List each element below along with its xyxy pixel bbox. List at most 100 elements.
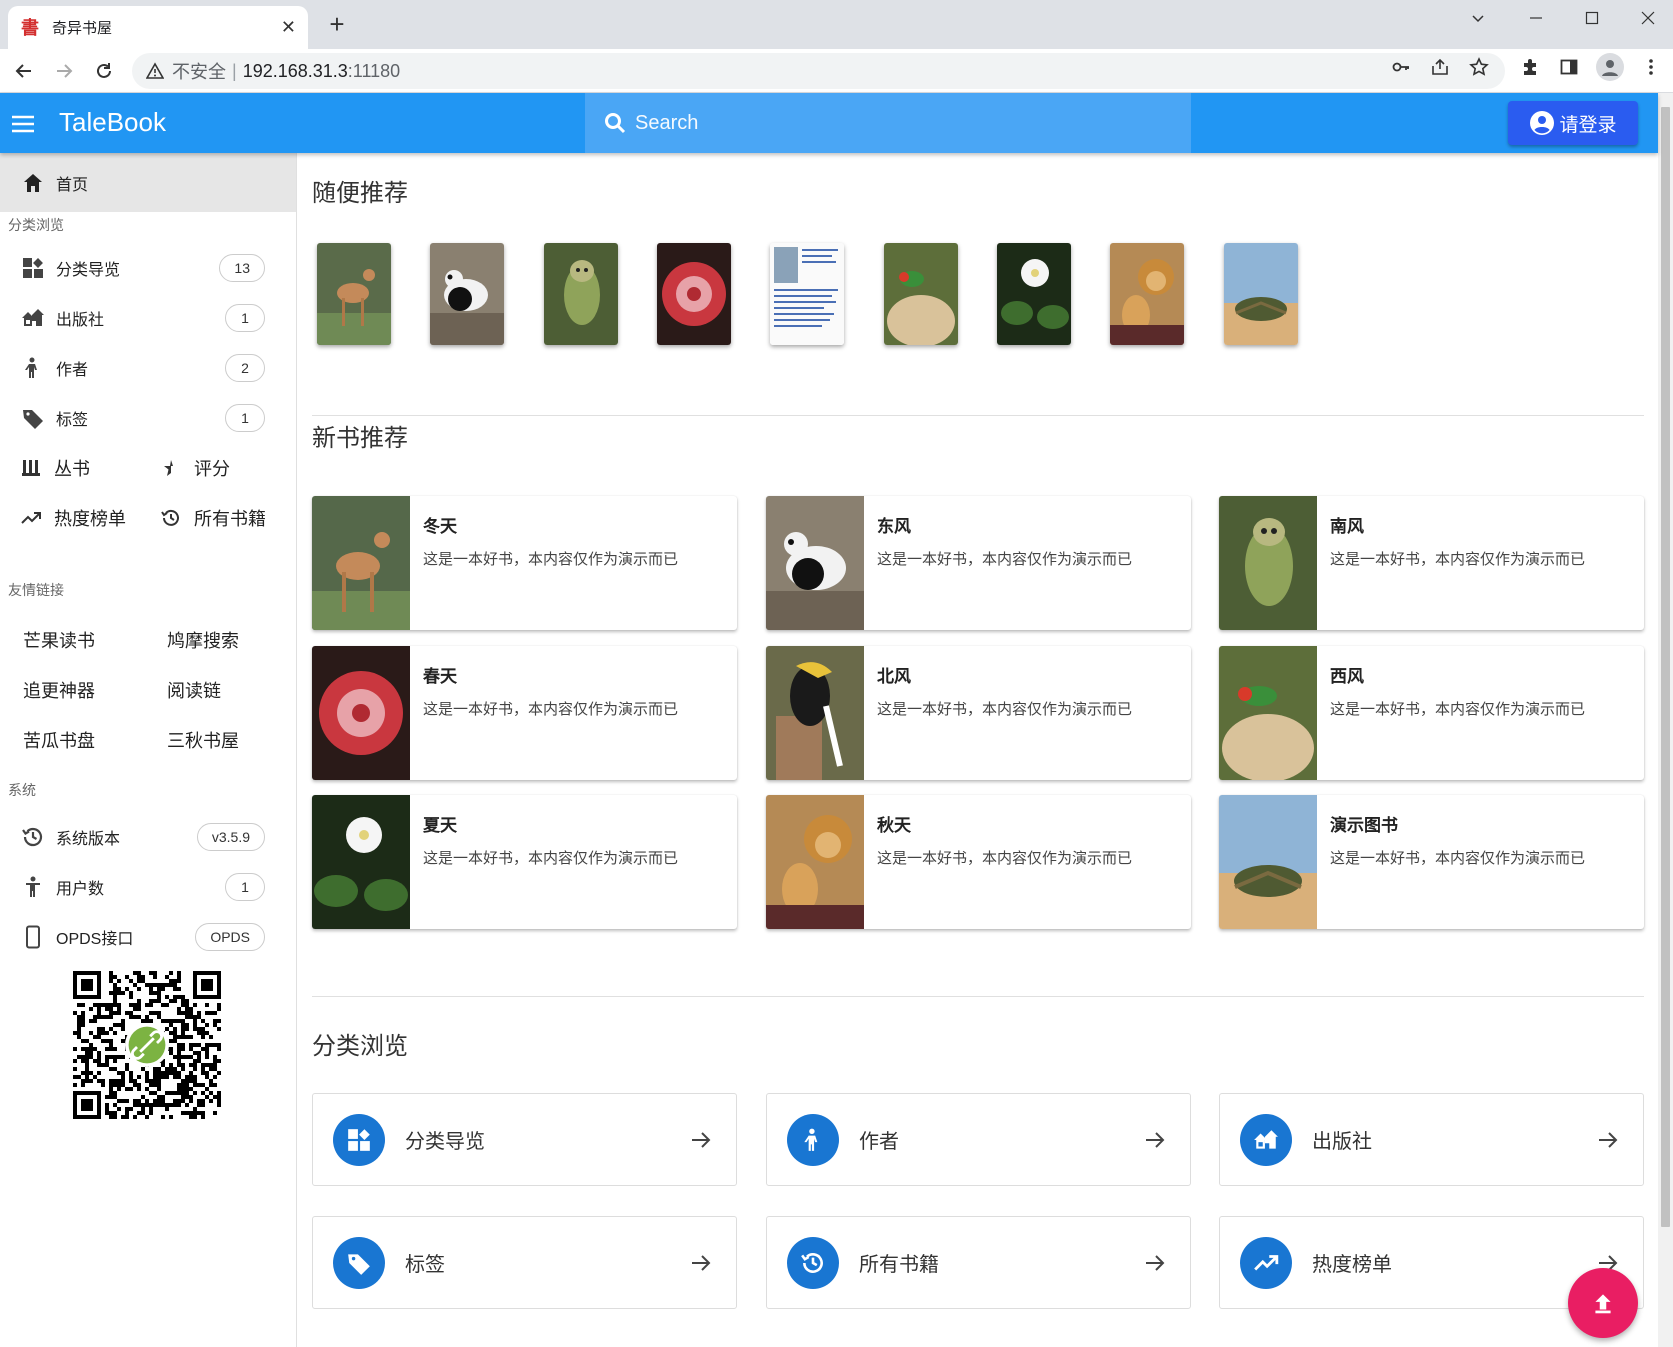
book-card[interactable]: 西风 这是一本好书，本内容仅作为演示而已 <box>1219 646 1644 780</box>
search-icon <box>605 113 626 134</box>
side-panel-icon[interactable] <box>1557 55 1581 79</box>
book-cover[interactable] <box>884 243 958 345</box>
book-card[interactable]: 北风 这是一本好书，本内容仅作为演示而已 <box>766 646 1191 780</box>
minimize-icon[interactable] <box>1524 6 1548 30</box>
app-brand[interactable]: TaleBook <box>59 105 166 139</box>
category-label: 作者 <box>859 1131 899 1153</box>
insecure-label: 不安全 <box>172 62 226 82</box>
section-title-random: 随便推荐 <box>312 180 408 207</box>
sidebar-item-tag[interactable]: 标签 1 <box>0 393 296 443</box>
category-tile[interactable]: 所有书籍 <box>766 1216 1191 1309</box>
book-cover[interactable] <box>770 243 844 345</box>
omnibox[interactable]: 不安全 | 192.168.31.3 :11180 <box>132 53 1505 89</box>
book-cover <box>766 646 864 780</box>
share-icon[interactable] <box>1428 55 1452 79</box>
book-cover <box>1219 646 1317 780</box>
omnibox-separator: | <box>232 60 237 81</box>
category-tile[interactable]: 出版社 <box>1219 1093 1644 1186</box>
maximize-icon[interactable] <box>1580 6 1604 30</box>
sidebar-item-series[interactable]: 丛书 <box>20 443 90 493</box>
tag-icon <box>20 405 46 431</box>
category-tile[interactable]: 作者 <box>766 1093 1191 1186</box>
sidebar-item-all-books[interactable]: 所有书籍 <box>160 493 266 543</box>
app-bar: TaleBook Search 请登录 <box>0 93 1658 153</box>
reload-icon[interactable] <box>90 57 118 85</box>
friend-link[interactable]: 追更神器 <box>23 677 95 703</box>
sidebar-item-rating[interactable]: 评分 <box>160 443 230 493</box>
sidebar-item-version[interactable]: 系统版本 v3.5.9 <box>0 812 296 862</box>
sidebar-item-home[interactable]: 首页 <box>0 153 296 212</box>
count-chip: 1 <box>225 304 265 332</box>
book-description: 这是一本好书，本内容仅作为演示而已 <box>423 551 679 568</box>
new-tab-button[interactable]: + <box>322 10 352 40</box>
sidebar-item-publisher[interactable]: 出版社 1 <box>0 293 296 343</box>
book-card[interactable]: 演示图书 这是一本好书，本内容仅作为演示而已 <box>1219 795 1644 929</box>
book-title: 演示图书 <box>1330 816 1398 835</box>
key-icon[interactable] <box>1389 55 1413 79</box>
sidebar-item-opds[interactable]: OPDS接口 OPDS <box>0 912 296 962</box>
book-cover[interactable] <box>317 243 391 345</box>
book-title: 秋天 <box>877 816 911 835</box>
category-tile[interactable]: 分类导览 <box>312 1093 737 1186</box>
browser-tab[interactable]: 書 奇异书屋 ✕ <box>8 6 308 49</box>
book-card[interactable]: 东风 这是一本好书，本内容仅作为演示而已 <box>766 496 1191 630</box>
bookmark-star-icon[interactable] <box>1467 55 1491 79</box>
author-icon <box>787 1113 839 1166</box>
page-scrollbar[interactable] <box>1658 93 1673 1347</box>
sidebar-item-hot[interactable]: 热度榜单 <box>20 493 126 543</box>
book-cover[interactable] <box>1224 243 1298 345</box>
browser-tab-strip: 書 奇异书屋 ✕ + <box>0 0 1673 49</box>
friend-link[interactable]: 苦瓜书盘 <box>23 727 95 753</box>
phone-icon <box>20 924 46 950</box>
close-tab-icon[interactable]: ✕ <box>281 17 296 38</box>
account-circle-icon <box>1530 111 1555 135</box>
book-cover <box>766 795 864 929</box>
sidebar-item-category[interactable]: 分类导览 13 <box>0 243 296 293</box>
version-chip: v3.5.9 <box>196 823 265 851</box>
category-tile[interactable]: 标签 <box>312 1216 737 1309</box>
sidebar-item-users[interactable]: 用户数 1 <box>0 862 296 912</box>
book-card[interactable]: 秋天 这是一本好书，本内容仅作为演示而已 <box>766 795 1191 929</box>
arrow-right-icon <box>692 1254 711 1271</box>
warning-icon <box>146 62 164 79</box>
category-label: 所有书籍 <box>859 1254 939 1276</box>
category-label: 标签 <box>405 1254 445 1276</box>
back-icon[interactable] <box>10 57 38 85</box>
extensions-icon[interactable] <box>1518 55 1542 79</box>
search-input[interactable]: Search <box>585 93 1191 153</box>
book-card[interactable]: 南风 这是一本好书，本内容仅作为演示而已 <box>1219 496 1644 630</box>
address-bar-row: 不安全 | 192.168.31.3 :11180 <box>0 49 1673 93</box>
book-cover <box>1219 795 1317 929</box>
friend-link[interactable]: 阅读链 <box>167 677 221 703</box>
book-cover[interactable] <box>1110 243 1184 345</box>
book-card[interactable]: 春天 这是一本好书，本内容仅作为演示而已 <box>312 646 737 780</box>
book-description: 这是一本好书，本内容仅作为演示而已 <box>1330 551 1586 568</box>
book-cover <box>312 496 410 630</box>
category-icon <box>333 1113 385 1166</box>
forward-icon[interactable] <box>50 57 78 85</box>
opds-qr-code <box>73 971 221 1119</box>
browser-menu-icon[interactable] <box>1639 55 1663 79</box>
book-cover[interactable] <box>657 243 731 345</box>
book-cover <box>312 795 410 929</box>
menu-icon[interactable] <box>10 111 36 137</box>
tab-search-chevron-icon[interactable] <box>1466 6 1490 30</box>
arrow-right-icon <box>1146 1131 1165 1148</box>
book-card[interactable]: 夏天 这是一本好书，本内容仅作为演示而已 <box>312 795 737 929</box>
upload-arrow-icon <box>1595 1294 1611 1314</box>
book-cover[interactable] <box>430 243 504 345</box>
close-window-icon[interactable] <box>1636 6 1660 30</box>
scroll-to-top-button[interactable] <box>1568 1268 1638 1338</box>
friend-link[interactable]: 鸠摩搜索 <box>167 627 239 653</box>
book-cover[interactable] <box>997 243 1071 345</box>
book-cover[interactable] <box>544 243 618 345</box>
friend-link[interactable]: 芒果读书 <box>23 627 95 653</box>
book-title: 东风 <box>877 517 911 536</box>
friend-link[interactable]: 三秋书屋 <box>167 727 239 753</box>
book-card[interactable]: 冬天 这是一本好书，本内容仅作为演示而已 <box>312 496 737 630</box>
profile-avatar-icon[interactable] <box>1596 53 1624 81</box>
sidebar-item-author[interactable]: 作者 2 <box>0 343 296 393</box>
history-icon <box>787 1236 839 1289</box>
login-button[interactable]: 请登录 <box>1508 101 1638 145</box>
scrollbar-thumb[interactable] <box>1661 107 1670 1227</box>
